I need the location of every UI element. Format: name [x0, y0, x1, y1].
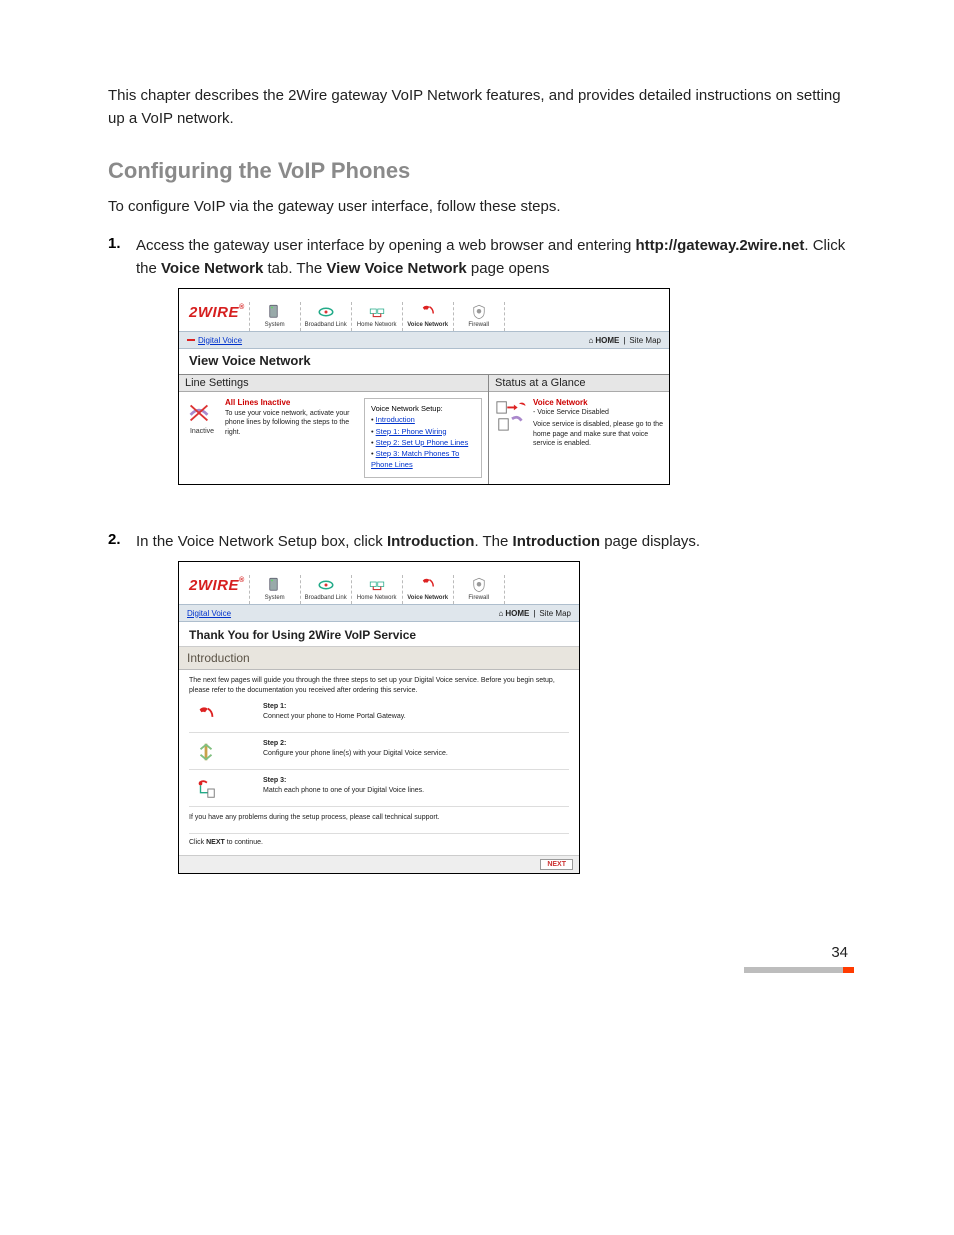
sub-nav: Digital Voice ⌂HOME|Site Map: [179, 331, 669, 349]
voice-network-status-text: Voice Network - Voice Service Disabled V…: [533, 398, 663, 448]
problems-note: If you have any problems during the setu…: [189, 813, 569, 823]
tab-voice-network[interactable]: Voice Network: [402, 575, 453, 604]
broadband-icon: [303, 302, 349, 322]
voice-network-setup-box: Voice Network Setup: •Introduction •Step…: [364, 398, 482, 478]
tab-broadband[interactable]: Broadband Link: [300, 575, 351, 604]
next-button[interactable]: NEXT: [540, 859, 573, 870]
voice-icon: [405, 575, 451, 595]
intro-step-1: Step 1:Connect your phone to Home Portal…: [189, 698, 569, 733]
voice-network-status-icon: [495, 398, 529, 432]
step-1-text: Access the gateway user interface by ope…: [136, 235, 854, 280]
click-next-note: Click NEXT to continue.: [189, 833, 569, 848]
chapter-intro: This chapter describes the 2Wire gateway…: [108, 85, 854, 130]
intro-step-3: Step 3:Match each phone to one of your D…: [189, 772, 569, 807]
home-network-icon: [354, 575, 400, 595]
home-link[interactable]: HOME: [595, 336, 619, 345]
intro-section-header: Introduction: [179, 646, 579, 670]
broadband-icon: [303, 575, 349, 595]
voice-icon: [405, 302, 451, 322]
inactive-text: All Lines Inactive To use your voice net…: [225, 398, 352, 478]
intro-step-2: Step 2:Configure your phone line(s) with…: [189, 735, 569, 770]
home-link[interactable]: HOME: [505, 609, 529, 618]
intro-lead: The next few pages will guide you throug…: [189, 676, 569, 696]
page-title: View Voice Network: [179, 349, 669, 375]
match-icon: [189, 776, 223, 802]
setup-step2-link[interactable]: Step 2: Set Up Phone Lines: [376, 438, 469, 447]
tab-home-network[interactable]: Home Network: [351, 302, 402, 331]
system-icon: [252, 575, 298, 595]
tab-system[interactable]: System: [249, 575, 300, 604]
step-2: 2. In the Voice Network Setup box, click…: [108, 531, 854, 554]
home-network-icon: [354, 302, 400, 322]
setup-step3-link[interactable]: Step 3: Match Phones To Phone Lines: [371, 449, 459, 469]
footer-accent: [744, 967, 854, 973]
step-1-number: 1.: [108, 235, 136, 252]
app-header: 2WIRE® System Broadband Link Home Networ…: [179, 289, 669, 331]
home-icon: ⌂: [499, 609, 504, 618]
tab-system[interactable]: System: [249, 302, 300, 331]
thank-you-title: Thank You for Using 2Wire VoIP Service: [179, 622, 579, 646]
lead-text: To configure VoIP via the gateway user i…: [108, 198, 854, 215]
app-header-2: 2WIRE® System Broadband Link Home Networ…: [179, 562, 579, 604]
tab-broadband[interactable]: Broadband Link: [300, 302, 351, 331]
firewall-icon: [456, 575, 502, 595]
tab-firewall[interactable]: Firewall: [453, 302, 505, 331]
sitemap-link[interactable]: Site Map: [539, 609, 571, 618]
digital-voice-link[interactable]: Digital Voice: [198, 336, 242, 345]
section-heading: Configuring the VoIP Phones: [108, 158, 854, 184]
tab-firewall[interactable]: Firewall: [453, 575, 505, 604]
step-1: 1. Access the gateway user interface by …: [108, 235, 854, 280]
brand-logo: 2WIRE®: [185, 298, 249, 331]
phone-icon: [189, 702, 223, 728]
tab-home-network[interactable]: Home Network: [351, 575, 402, 604]
step-2-number: 2.: [108, 531, 136, 548]
sub-nav-2: Digital Voice ⌂HOME|Site Map: [179, 604, 579, 622]
digital-voice-link[interactable]: Digital Voice: [187, 609, 231, 618]
step-2-text: In the Voice Network Setup box, click In…: [136, 531, 854, 554]
screenshot-view-voice-network: 2WIRE® System Broadband Link Home Networ…: [178, 288, 670, 485]
tab-voice-network[interactable]: Voice Network: [402, 302, 453, 331]
system-icon: [252, 302, 298, 322]
screenshot-introduction-page: 2WIRE® System Broadband Link Home Networ…: [178, 561, 580, 874]
home-icon: ⌂: [589, 336, 594, 345]
configure-icon: [189, 739, 223, 765]
page-number: 34: [108, 944, 854, 961]
sitemap-link[interactable]: Site Map: [629, 336, 661, 345]
inactive-line-icon: Inactive: [185, 398, 219, 478]
firewall-icon: [456, 302, 502, 322]
setup-step1-link[interactable]: Step 1: Phone Wiring: [376, 427, 447, 436]
setup-introduction-link[interactable]: Introduction: [376, 415, 415, 424]
section-line-settings: Line Settings: [179, 375, 488, 392]
section-status-glance: Status at a Glance: [489, 375, 669, 392]
dash-icon: [187, 339, 195, 341]
brand-logo: 2WIRE®: [185, 571, 249, 604]
